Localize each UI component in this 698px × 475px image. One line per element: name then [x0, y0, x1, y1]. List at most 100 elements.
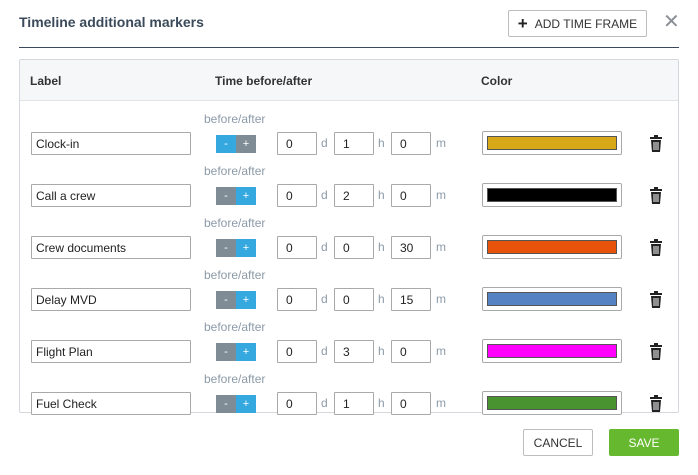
trash-icon[interactable]: [649, 343, 663, 360]
days-input[interactable]: [277, 392, 317, 415]
table-row: before/after -+ d h m: [20, 372, 678, 434]
table-row: before/after -+ d h m: [20, 164, 678, 226]
color-swatch: [487, 188, 617, 202]
color-picker-button[interactable]: [482, 391, 622, 415]
hours-input[interactable]: [334, 184, 374, 207]
table-row: before/after -+ d h m: [20, 216, 678, 278]
before-after-label: before/after: [204, 216, 266, 230]
table-row: before/after -+ d h m: [20, 112, 678, 174]
label-input[interactable]: [31, 184, 191, 207]
hours-unit: h: [378, 240, 385, 254]
after-button[interactable]: +: [236, 187, 256, 205]
hours-input[interactable]: [334, 288, 374, 311]
before-after-label: before/after: [204, 372, 266, 386]
before-button[interactable]: -: [216, 239, 236, 257]
before-after-toggle: - +: [216, 239, 256, 257]
trash-icon[interactable]: [649, 187, 663, 204]
before-button[interactable]: -: [216, 395, 236, 413]
before-button[interactable]: -: [216, 187, 236, 205]
markers-table: Label Time before/after Color before/aft…: [19, 59, 679, 415]
color-swatch: [487, 240, 617, 254]
hours-unit: h: [378, 292, 385, 306]
days-unit: d: [321, 136, 328, 150]
header-color: Color: [481, 74, 513, 88]
days-input[interactable]: [277, 236, 317, 259]
before-button[interactable]: -: [216, 135, 236, 153]
after-button[interactable]: +: [236, 239, 256, 257]
days-unit: d: [321, 292, 328, 306]
trash-icon[interactable]: [649, 135, 663, 152]
minutes-unit: m: [436, 344, 446, 358]
label-input[interactable]: [31, 340, 191, 363]
color-swatch: [487, 344, 617, 358]
hours-input[interactable]: [334, 340, 374, 363]
hours-unit: h: [378, 344, 385, 358]
trash-icon[interactable]: [649, 395, 663, 412]
before-after-toggle: - +: [216, 291, 256, 309]
label-input[interactable]: [31, 132, 191, 155]
plus-icon: +: [517, 14, 528, 33]
color-picker-button[interactable]: [482, 339, 622, 363]
days-input[interactable]: [277, 132, 317, 155]
before-after-label: before/after: [204, 112, 266, 126]
table-row: before/after -+ d h m: [20, 268, 678, 330]
hours-input[interactable]: [334, 392, 374, 415]
title-divider: [19, 47, 679, 48]
days-unit: d: [321, 188, 328, 202]
label-input[interactable]: [31, 288, 191, 311]
minutes-unit: m: [436, 240, 446, 254]
before-after-label: before/after: [204, 164, 266, 178]
before-after-label: before/after: [204, 320, 266, 334]
before-after-toggle: - +: [216, 343, 256, 361]
add-time-frame-label: ADD TIME FRAME: [534, 16, 638, 31]
minutes-input[interactable]: [391, 288, 431, 311]
minutes-input[interactable]: [391, 184, 431, 207]
days-input[interactable]: [277, 340, 317, 363]
days-input[interactable]: [277, 288, 317, 311]
minutes-input[interactable]: [391, 236, 431, 259]
color-picker-button[interactable]: [482, 287, 622, 311]
days-unit: d: [321, 344, 328, 358]
table-row: before/after -+ d h m: [20, 320, 678, 382]
days-input[interactable]: [277, 184, 317, 207]
color-swatch: [487, 292, 617, 306]
before-after-toggle: - +: [216, 135, 256, 153]
color-swatch: [487, 136, 617, 150]
after-button[interactable]: +: [236, 135, 256, 153]
before-after-toggle: - +: [216, 395, 256, 413]
color-swatch: [487, 396, 617, 410]
before-button[interactable]: -: [216, 343, 236, 361]
header-label: Label: [30, 74, 62, 88]
add-time-frame-button[interactable]: + ADD TIME FRAME: [508, 10, 647, 37]
after-button[interactable]: +: [236, 395, 256, 413]
table-header: Label Time before/after Color: [20, 60, 678, 101]
minutes-unit: m: [436, 188, 446, 202]
minutes-input[interactable]: [391, 132, 431, 155]
minutes-unit: m: [436, 396, 446, 410]
days-unit: d: [321, 396, 328, 410]
save-button[interactable]: SAVE: [609, 429, 679, 456]
trash-icon[interactable]: [649, 291, 663, 308]
days-unit: d: [321, 240, 328, 254]
color-picker-button[interactable]: [482, 183, 622, 207]
before-after-toggle: - +: [216, 187, 256, 205]
label-input[interactable]: [31, 236, 191, 259]
trash-icon[interactable]: [649, 239, 663, 256]
minutes-unit: m: [436, 136, 446, 150]
minutes-input[interactable]: [391, 392, 431, 415]
close-icon[interactable]: ✕: [663, 12, 680, 32]
hours-input[interactable]: [334, 236, 374, 259]
color-picker-button[interactable]: [482, 131, 622, 155]
color-picker-button[interactable]: [482, 235, 622, 259]
hours-unit: h: [378, 136, 385, 150]
label-input[interactable]: [31, 392, 191, 415]
before-button[interactable]: -: [216, 291, 236, 309]
hours-input[interactable]: [334, 132, 374, 155]
hours-unit: h: [378, 188, 385, 202]
after-button[interactable]: +: [236, 291, 256, 309]
dialog-title: Timeline additional markers: [19, 14, 204, 30]
minutes-input[interactable]: [391, 340, 431, 363]
hours-unit: h: [378, 396, 385, 410]
after-button[interactable]: +: [236, 343, 256, 361]
cancel-button[interactable]: CANCEL: [523, 429, 593, 456]
